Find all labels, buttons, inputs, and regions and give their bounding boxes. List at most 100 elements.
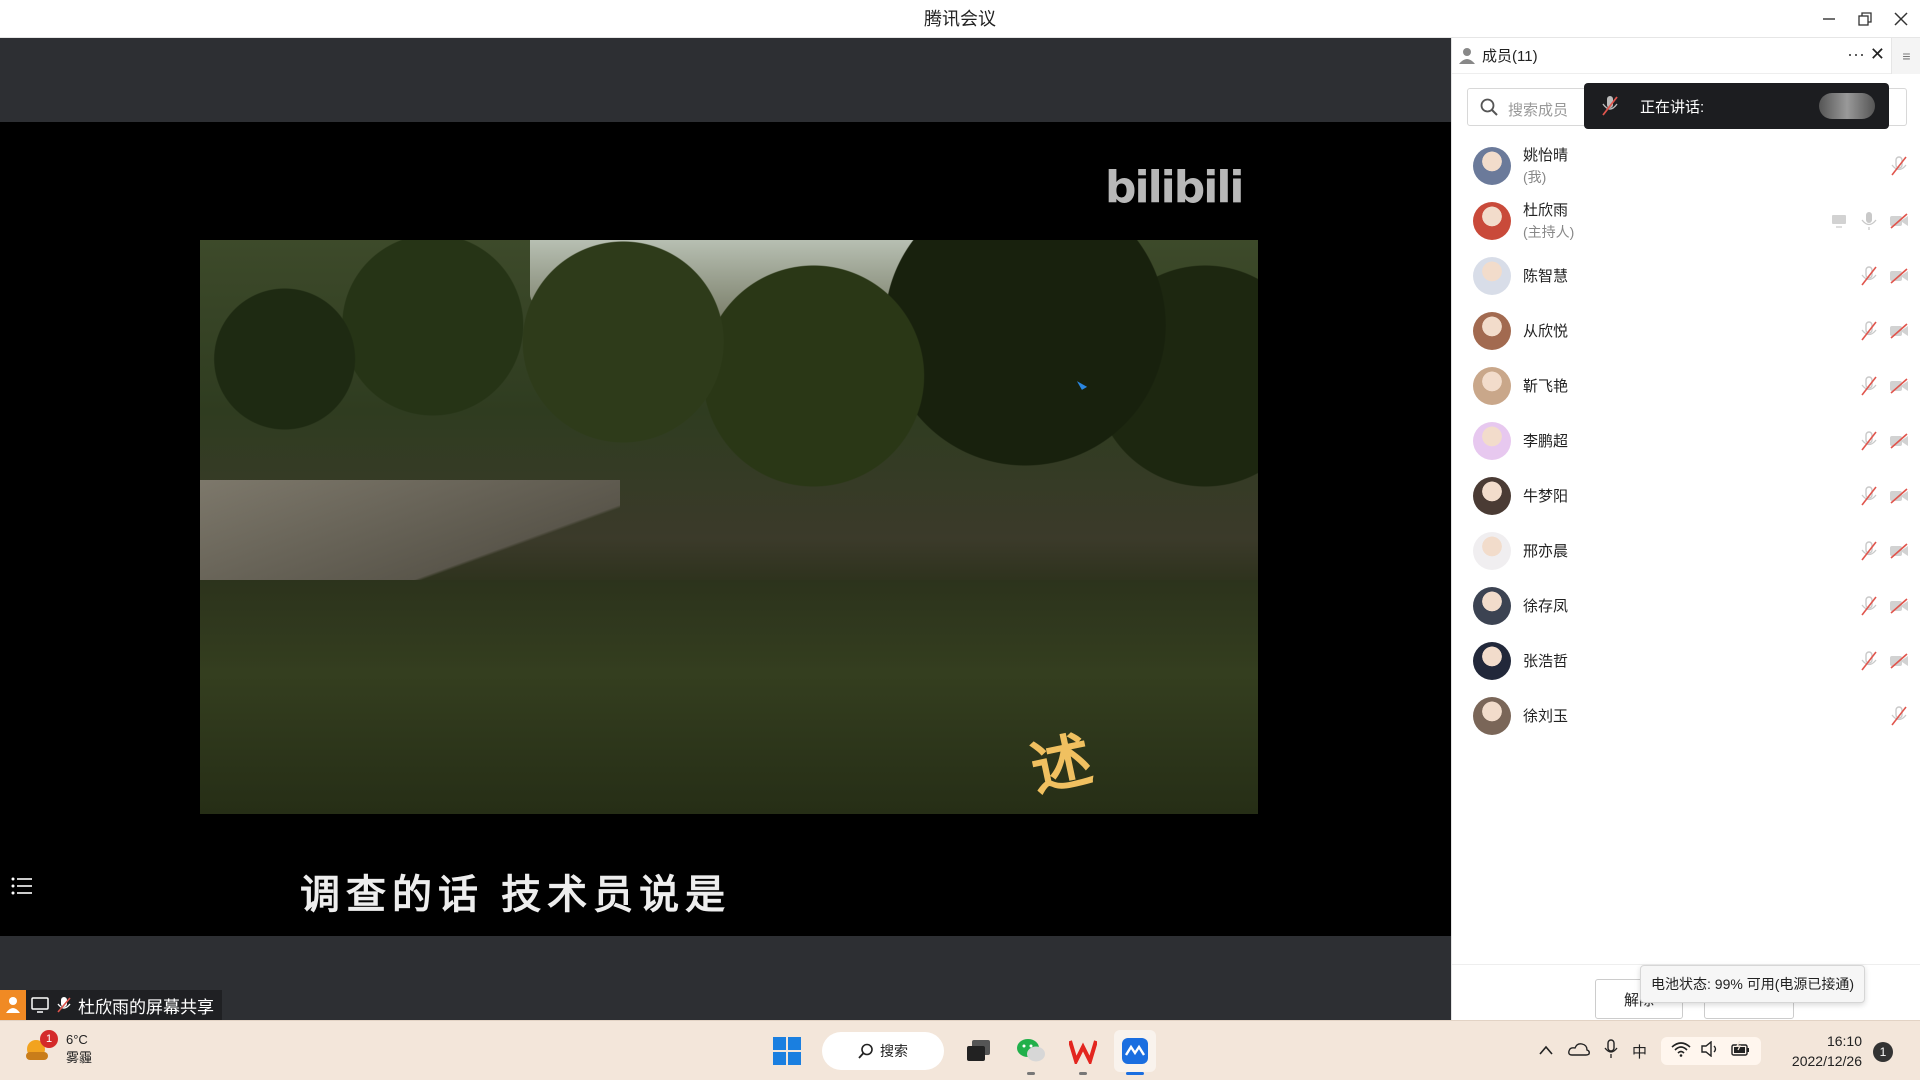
clock-date: 2022/12/26 [1791, 1053, 1862, 1069]
member-name: 靳飞艳 [1523, 378, 1569, 395]
mic-muted-icon[interactable] [1859, 540, 1879, 561]
screen-share-text: 杜欣雨的屏幕共享 [78, 997, 214, 1017]
mic-muted-icon [1602, 96, 1618, 116]
member-name: 李鹏超 [1523, 433, 1569, 450]
microphone-icon[interactable] [1604, 1039, 1618, 1063]
search-icon [858, 1043, 873, 1059]
volume-icon [1701, 1040, 1721, 1061]
mic-muted-icon[interactable] [1859, 595, 1879, 616]
member-status-icons [1859, 248, 1909, 303]
weather-temp: 6°C [66, 1032, 88, 1047]
camera-off-icon[interactable] [1889, 266, 1909, 286]
member-status-icons [1859, 578, 1909, 633]
close-panel-icon[interactable]: ✕ [1870, 44, 1885, 65]
member-row[interactable]: 邢亦晨 [1452, 523, 1920, 578]
member-row[interactable]: 牛梦阳 [1452, 468, 1920, 523]
member-row[interactable]: 李鹏超 [1452, 413, 1920, 468]
tencent-meeting-app[interactable] [1114, 1030, 1156, 1075]
camera-off-icon[interactable] [1889, 651, 1909, 671]
member-row[interactable]: 徐存凤 [1452, 578, 1920, 633]
minimize-icon [1823, 18, 1835, 20]
camera-off-icon[interactable] [1889, 596, 1909, 616]
member-name: 杜欣雨 [1523, 202, 1569, 219]
member-row[interactable]: 张浩哲 [1452, 633, 1920, 688]
panel-menu-icon[interactable]: ≡ [1891, 38, 1920, 74]
screen-share-icon [1829, 211, 1849, 231]
weather-widget[interactable]: 1 6°C 雾霾 [22, 1030, 93, 1067]
ime-indicator[interactable]: 中 [1632, 1041, 1647, 1062]
task-view-icon [967, 1040, 990, 1061]
screen-share-label: 杜欣雨的屏幕共享 [0, 990, 222, 1020]
mic-muted-icon[interactable] [1859, 265, 1879, 286]
member-name: 牛梦阳 [1523, 488, 1569, 505]
avatar [1473, 476, 1511, 515]
avatar [1473, 201, 1511, 240]
minimize-button[interactable] [1810, 0, 1848, 38]
wps-icon [1069, 1040, 1097, 1064]
camera-off-icon[interactable] [1889, 431, 1909, 451]
list-icon [11, 877, 32, 895]
avatar [1473, 641, 1511, 680]
member-status-icons [1859, 468, 1909, 523]
wechat-icon [1017, 1039, 1045, 1062]
member-status-icons [1859, 413, 1909, 468]
taskbar-apps: 搜索 [766, 1030, 1156, 1075]
windows-logo-icon [773, 1037, 801, 1065]
wechat-app[interactable] [1010, 1030, 1052, 1075]
member-row[interactable]: 陈智慧 [1452, 248, 1920, 303]
weather-desc: 雾霾 [66, 1050, 93, 1065]
mic-muted-icon[interactable] [1859, 650, 1879, 671]
restore-icon [1858, 12, 1872, 26]
member-role: (我) [1523, 169, 1547, 185]
more-options-icon[interactable]: ··· [1847, 44, 1865, 65]
toolbar-list-button[interactable] [0, 864, 44, 908]
member-row[interactable]: 靳飞艳 [1452, 358, 1920, 413]
members-panel-footer: 解除 电池状态: 99% 可用(电源已接通) [1452, 964, 1920, 1020]
taskbar-search-label: 搜索 [880, 1043, 908, 1059]
title-bar: 腾讯会议 [0, 0, 1920, 38]
chevron-up-icon[interactable] [1538, 1043, 1554, 1060]
member-name: 陈智慧 [1523, 268, 1569, 285]
mic-muted-icon[interactable] [1859, 430, 1879, 451]
member-name: 邢亦晨 [1523, 543, 1569, 560]
mic-muted-icon[interactable] [1859, 485, 1879, 506]
camera-off-icon[interactable] [1889, 321, 1909, 341]
member-row[interactable]: 杜欣雨 (主持人) [1452, 193, 1920, 248]
restore-button[interactable] [1846, 0, 1884, 38]
speaking-label: 正在讲话: [1640, 99, 1705, 116]
member-name: 姚怡晴 [1523, 147, 1569, 164]
camera-off-icon[interactable] [1889, 541, 1909, 561]
wifi-icon [1671, 1041, 1691, 1061]
window-title: 腾讯会议 [924, 9, 996, 29]
camera-off-icon[interactable] [1889, 376, 1909, 396]
member-row[interactable]: 从欣悦 [1452, 303, 1920, 358]
member-row[interactable]: 姚怡晴 (我) [1452, 138, 1920, 193]
member-row[interactable]: 徐刘玉 [1452, 688, 1920, 743]
mic-muted-icon[interactable] [1859, 320, 1879, 341]
avatar [1473, 146, 1511, 185]
avatar [1473, 531, 1511, 570]
member-status-icons [1859, 523, 1909, 578]
camera-off-icon[interactable] [1889, 211, 1909, 231]
mic-icon[interactable] [1859, 211, 1879, 231]
quick-settings-button[interactable] [1661, 1037, 1762, 1065]
shared-screen-stage: bilibili 述 调查的话 技术员说是 [0, 38, 1451, 1020]
mic-muted-icon[interactable] [1889, 705, 1909, 726]
notification-badge[interactable]: 1 [1873, 1042, 1893, 1062]
mic-muted-icon[interactable] [1889, 155, 1909, 176]
camera-off-icon[interactable] [1889, 486, 1909, 506]
close-button[interactable] [1882, 0, 1920, 38]
member-list: 姚怡晴 (我) 杜欣雨 (主持人) 陈智慧从欣悦靳飞艳李鹏超牛梦阳邢亦晨徐存凤 张浩哲 徐刘… [1452, 138, 1920, 743]
wps-app[interactable] [1062, 1030, 1104, 1075]
mic-muted-icon[interactable] [1859, 375, 1879, 396]
taskbar-search-button[interactable]: 搜索 [822, 1032, 944, 1070]
task-view-button[interactable] [958, 1030, 1000, 1072]
start-button[interactable] [766, 1030, 808, 1072]
member-status-icons [1889, 688, 1909, 743]
weather-alert-badge: 1 [40, 1030, 58, 1048]
avatar [1473, 696, 1511, 735]
system-clock[interactable]: 16:10 2022/12/26 [1780, 1031, 1862, 1071]
battery-icon [1731, 1040, 1751, 1061]
member-status-icons [1829, 193, 1909, 248]
onedrive-icon[interactable] [1568, 1042, 1590, 1060]
